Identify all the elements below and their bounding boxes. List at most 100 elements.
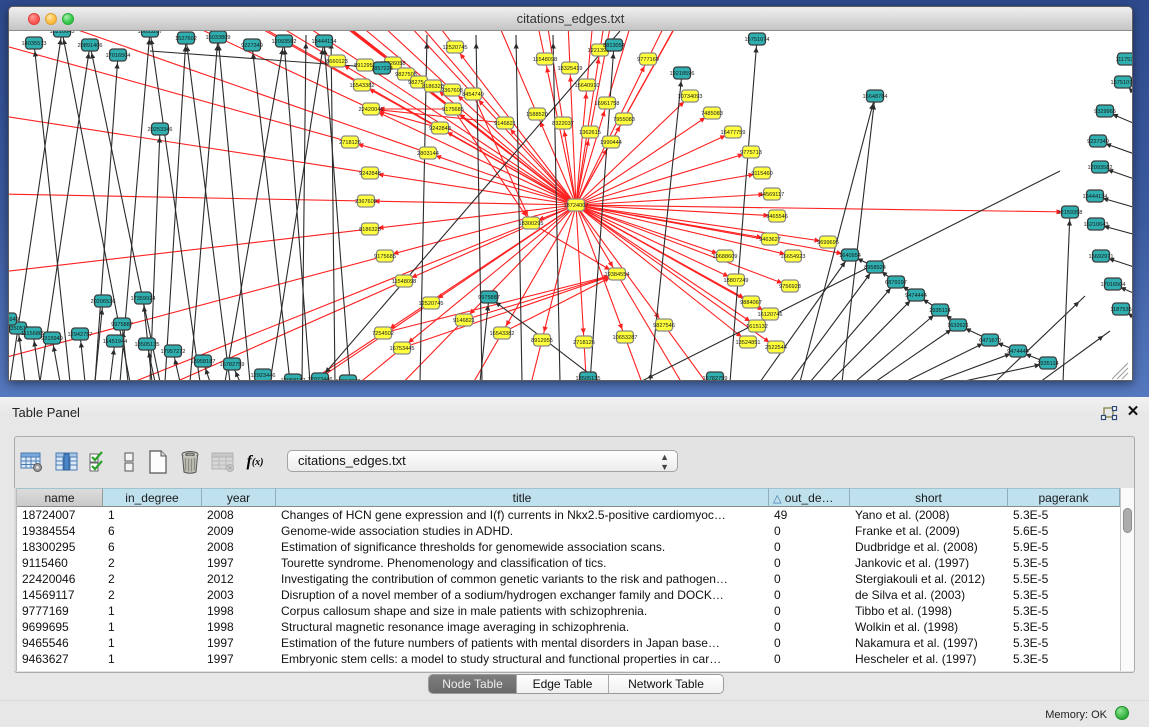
row-selector-icon[interactable] bbox=[121, 447, 137, 477]
network-view-window[interactable]: citations_edges.txt 86601238912955182260… bbox=[8, 6, 1133, 381]
network-edge[interactable] bbox=[252, 45, 290, 381]
table-row[interactable]: 946554611997Estimation of the future num… bbox=[17, 635, 1120, 651]
table-row[interactable]: 1872400712008Changes of HCN gene express… bbox=[17, 507, 1120, 523]
network-edge[interactable] bbox=[576, 205, 1070, 212]
select-all-icon[interactable] bbox=[88, 447, 110, 477]
network-edge[interactable] bbox=[270, 41, 324, 381]
edge-arrow bbox=[111, 349, 116, 355]
edge-arrow bbox=[52, 346, 57, 352]
close-icon[interactable]: ✕ bbox=[1125, 403, 1141, 421]
network-edge[interactable] bbox=[576, 31, 1132, 205]
delete-table-icon[interactable] bbox=[177, 447, 203, 477]
cell-short: Dudbridge et al. (2008) bbox=[850, 539, 1008, 555]
cell-title: Estimation of significance thresholds fo… bbox=[276, 539, 769, 555]
network-node-label: 9827546 bbox=[653, 323, 675, 329]
network-node-label: 12923446 bbox=[251, 373, 276, 379]
network-node-label: 16120746 bbox=[758, 312, 783, 318]
network-node-label: 1362615 bbox=[579, 130, 601, 136]
network-canvas[interactable]: 8660123891295518226058982750398275468186… bbox=[9, 31, 1132, 381]
cell-out_degree: 0 bbox=[769, 539, 850, 555]
table-row[interactable]: 977716911998Corpus callosum shape and si… bbox=[17, 603, 1120, 619]
network-edge[interactable] bbox=[476, 35, 482, 381]
table-selector-dropdown[interactable]: citations_edges.txt ▲▼ bbox=[287, 450, 678, 472]
column-selector-icon[interactable] bbox=[53, 447, 81, 477]
table-row[interactable]: 1456911722003Disruption of a novel membe… bbox=[17, 587, 1120, 603]
new-table-icon[interactable] bbox=[146, 447, 170, 477]
cell-year: 2008 bbox=[202, 507, 276, 523]
column-header-name[interactable]: name bbox=[17, 488, 103, 507]
edge-arrow bbox=[514, 43, 519, 49]
network-node[interactable] bbox=[340, 375, 357, 381]
column-header-short[interactable]: short bbox=[850, 488, 1008, 507]
column-header-pagerank[interactable]: pagerank bbox=[1008, 488, 1120, 507]
network-edge[interactable] bbox=[1063, 212, 1070, 381]
network-edge[interactable] bbox=[790, 267, 875, 381]
network-edge[interactable] bbox=[576, 205, 1077, 381]
table-settings-icon[interactable] bbox=[18, 447, 46, 477]
memory-status-indicator[interactable] bbox=[1115, 706, 1129, 720]
network-edge[interactable] bbox=[324, 41, 350, 381]
table-row[interactable]: 1830029562008Estimation of significance … bbox=[17, 539, 1120, 555]
network-node-label: 2718126 bbox=[573, 340, 595, 346]
tab-edge-table[interactable]: Edge Table bbox=[517, 675, 609, 693]
edge-arrow bbox=[840, 262, 845, 268]
import-table-icon[interactable] bbox=[209, 447, 237, 477]
network-edge[interactable] bbox=[576, 31, 1132, 205]
cell-in_degree: 1 bbox=[103, 507, 202, 523]
cell-pagerank: 5.3E-5 bbox=[1008, 507, 1120, 523]
column-header-year[interactable]: year bbox=[202, 488, 276, 507]
network-edge[interactable] bbox=[331, 35, 335, 381]
float-window-icon[interactable] bbox=[1100, 406, 1118, 422]
resize-grip-icon[interactable] bbox=[1117, 368, 1128, 379]
network-window-titlebar[interactable]: citations_edges.txt bbox=[9, 7, 1132, 31]
network-graph[interactable]: 8660123891295518226058982750398275468186… bbox=[9, 31, 1132, 381]
edge-arrow bbox=[205, 369, 210, 375]
network-edge[interactable] bbox=[302, 35, 306, 381]
network-edge[interactable] bbox=[875, 325, 958, 381]
network-edge[interactable] bbox=[800, 96, 875, 381]
network-edge[interactable] bbox=[576, 205, 828, 242]
network-window-title: citations_edges.txt bbox=[9, 11, 1132, 26]
network-node-label: 9975887 bbox=[478, 295, 500, 301]
cell-year: 1997 bbox=[202, 651, 276, 667]
network-edge[interactable] bbox=[531, 223, 617, 274]
tab-network-table[interactable]: Network Table bbox=[609, 675, 723, 693]
network-edge[interactable] bbox=[80, 334, 85, 381]
network-edge[interactable] bbox=[33, 333, 40, 381]
cell-pagerank: 5.3E-5 bbox=[1008, 587, 1120, 603]
cell-in_degree: 6 bbox=[103, 539, 202, 555]
table-row[interactable]: 969969511998Structural magnetic resonanc… bbox=[17, 619, 1120, 635]
network-node-label: 9315949 bbox=[41, 336, 63, 342]
resize-grip-icon[interactable] bbox=[1122, 373, 1128, 379]
network-node-label: 8186328 bbox=[359, 227, 381, 233]
table-row[interactable]: 1938455462009Genome-wide association stu… bbox=[17, 523, 1120, 539]
network-node-label: 8958924 bbox=[864, 265, 886, 271]
scrollbar-thumb[interactable] bbox=[1123, 508, 1132, 533]
network-edge[interactable] bbox=[190, 37, 218, 381]
function-builder-icon[interactable]: f(x) bbox=[242, 447, 268, 477]
network-node-label: 8454749 bbox=[462, 92, 484, 98]
network-edge[interactable] bbox=[576, 205, 770, 314]
network-node-label: 10653287 bbox=[138, 31, 163, 35]
network-edge[interactable] bbox=[830, 295, 916, 381]
network-edge[interactable] bbox=[576, 31, 1132, 205]
network-node-label: 18807249 bbox=[724, 278, 749, 284]
network-edge[interactable] bbox=[905, 340, 990, 381]
network-node-label: 9463627 bbox=[759, 237, 781, 243]
network-edge[interactable] bbox=[165, 38, 186, 381]
column-header-title[interactable]: title bbox=[276, 488, 769, 507]
tab-node-table[interactable]: Node Table bbox=[429, 675, 517, 693]
table-row[interactable]: 946362711997Embryonic stem cells: a mode… bbox=[17, 651, 1120, 667]
table-vertical-scrollbar[interactable] bbox=[1120, 488, 1134, 671]
network-node-label: 10734093 bbox=[678, 94, 703, 100]
cell-name: 9463627 bbox=[17, 651, 103, 667]
table-row[interactable]: 2242004622012Investigating the contribut… bbox=[17, 571, 1120, 587]
table-row[interactable]: 911546021997Tourette syndrome. Phenomeno… bbox=[17, 555, 1120, 571]
column-header-in_degree[interactable]: in_degree bbox=[103, 488, 202, 507]
network-node-label: 14569117 bbox=[760, 192, 784, 198]
network-edge[interactable] bbox=[576, 205, 725, 256]
column-header-out_degree[interactable]: △ out_de… bbox=[769, 488, 850, 507]
table-type-tabs: Node TableEdge TableNetwork Table bbox=[428, 674, 724, 694]
network-node-label: 7857224 bbox=[371, 66, 393, 72]
network-node-label: 12923446 bbox=[308, 377, 333, 381]
